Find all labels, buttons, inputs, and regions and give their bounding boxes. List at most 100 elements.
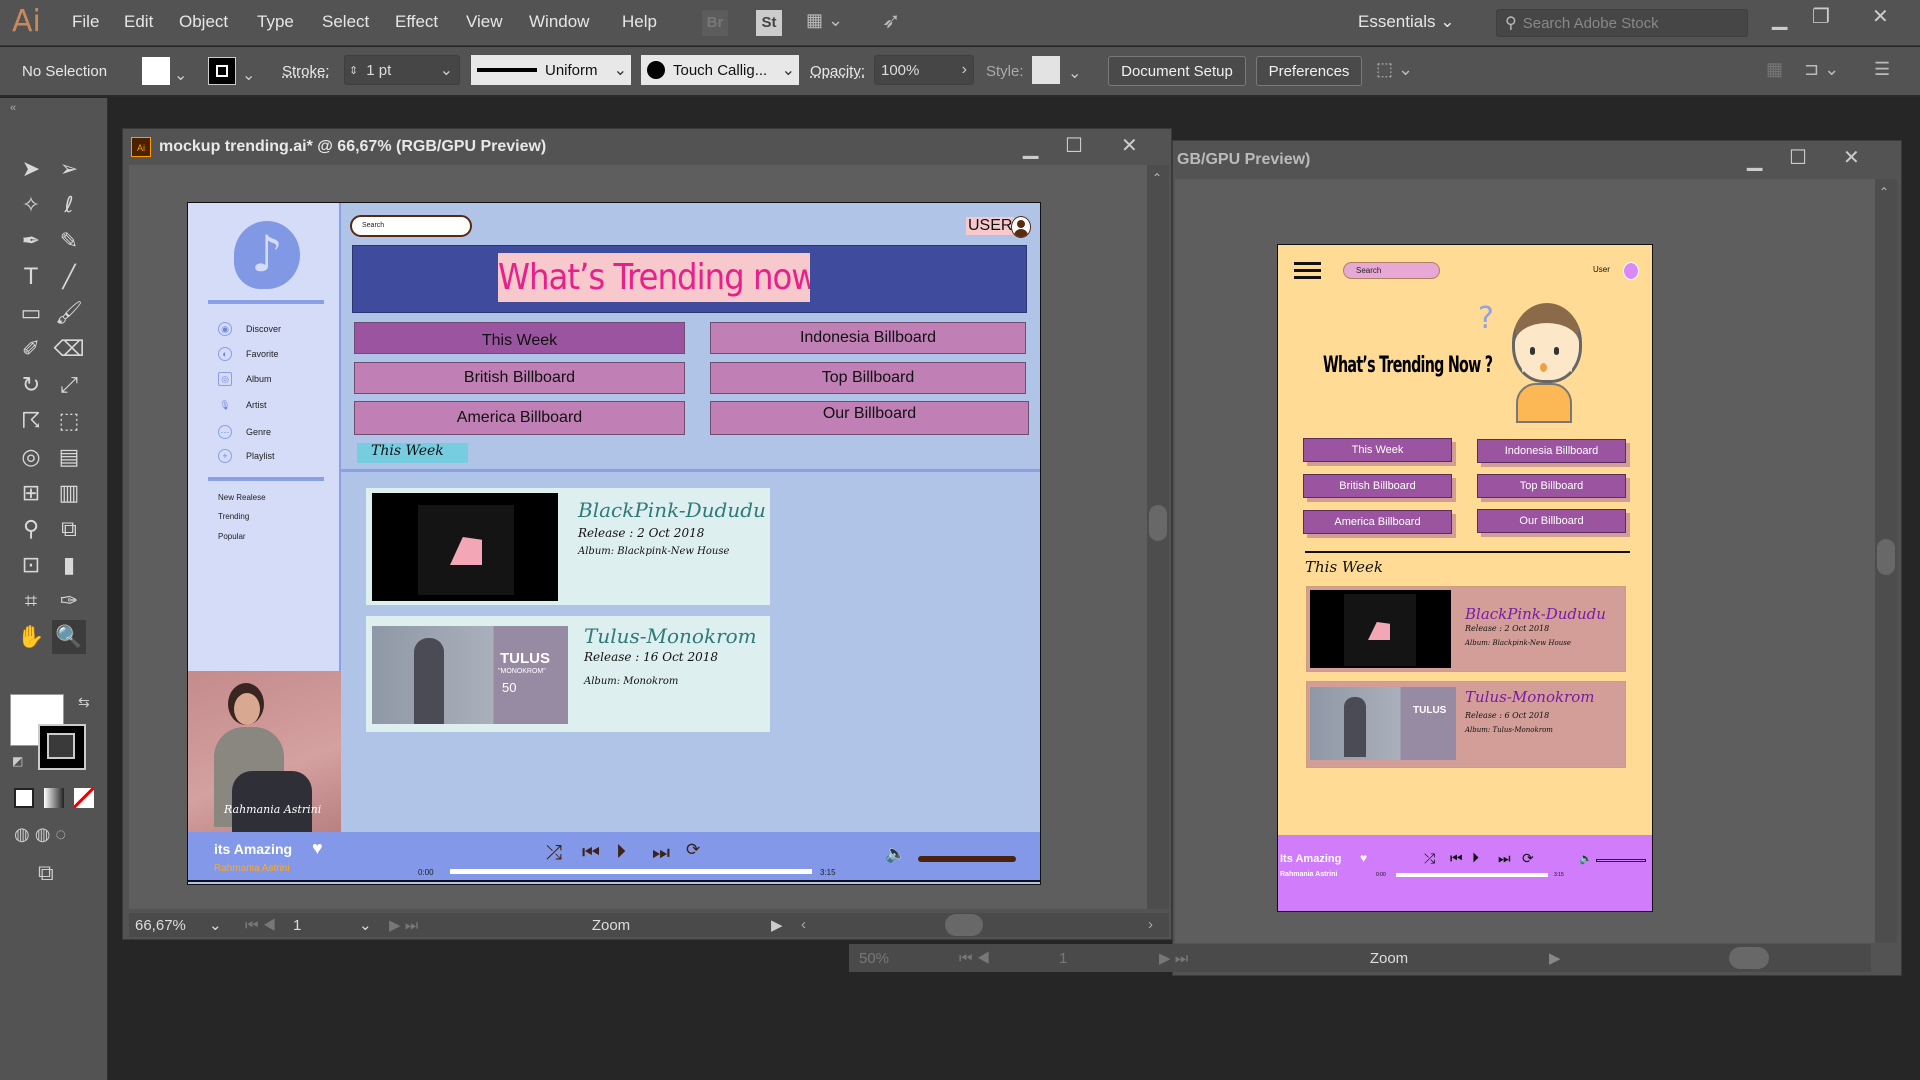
stock-search-input[interactable]: ⚲ Search Adobe Stock — [1496, 9, 1748, 37]
top-billboard-button[interactable]: Top Billboard — [1477, 474, 1626, 498]
this-week-button[interactable]: This Week — [354, 322, 685, 354]
rotate-tool-icon[interactable]: ↻ — [14, 368, 48, 402]
shape-builder-icon[interactable]: ◎ — [14, 440, 48, 474]
close-icon[interactable]: ✕ — [1843, 145, 1860, 169]
pen-tool-icon[interactable]: ✒ — [14, 224, 48, 258]
sidebar-item-favorite[interactable]: ◐ Favorite — [218, 347, 279, 361]
shuffle-icon[interactable]: ⤮ — [546, 840, 562, 864]
america-billboard-button[interactable]: America Billboard — [354, 401, 685, 435]
chevron-right-icon[interactable]: › — [962, 61, 967, 79]
bridge-icon[interactable]: Br — [702, 10, 728, 36]
menu-edit[interactable]: Edit — [124, 12, 153, 32]
stepper-icon[interactable]: ⇕ — [349, 64, 358, 77]
menu-type[interactable]: Type — [257, 12, 294, 32]
hand-tool-icon[interactable]: ✋ — [14, 620, 48, 654]
favorite-heart-icon[interactable]: ♥ — [1360, 851, 1367, 865]
minimize-icon[interactable]: ▁ — [1747, 147, 1762, 171]
this-week-button[interactable]: This Week — [1303, 438, 1452, 462]
top-billboard-button[interactable]: Top Billboard — [710, 362, 1026, 394]
song-card[interactable]: BlackPink-Dududu Release : 2 Oct 2018 Al… — [1306, 586, 1626, 672]
shuffle-icon[interactable]: ⤮ — [1424, 851, 1435, 867]
fill-swatch[interactable] — [142, 57, 170, 85]
zoom-level[interactable]: 50% — [849, 950, 959, 967]
graph-tool-icon[interactable]: ▮ — [52, 548, 86, 582]
chevron-down-icon[interactable]: ⌄ — [242, 65, 255, 85]
stroke-swatch[interactable] — [208, 57, 236, 85]
play-icon[interactable]: ▶ — [1549, 949, 1579, 967]
type-tool-icon[interactable]: T — [14, 260, 48, 294]
menu-help[interactable]: Help — [622, 12, 657, 32]
sidebar-link-trending[interactable]: Trending — [218, 512, 249, 521]
sidebar-item-playlist[interactable]: + Playlist — [218, 449, 275, 463]
stroke-weight-input[interactable]: ⇕ 1 pt ⌄ — [344, 55, 460, 85]
favorite-heart-icon[interactable]: ♥ — [312, 838, 323, 859]
progress-bar[interactable] — [1396, 873, 1548, 877]
slice-tool-icon[interactable]: ✑ — [52, 584, 86, 618]
chevron-down-icon[interactable]: ⌄ — [1068, 63, 1081, 83]
previous-icon[interactable]: ⏮ — [582, 840, 600, 864]
user-avatar-icon[interactable] — [1011, 216, 1031, 238]
curvature-tool-icon[interactable]: ✎ — [52, 224, 86, 258]
search-input[interactable]: Search — [1343, 262, 1440, 279]
gradient-mode-icon[interactable] — [44, 788, 64, 808]
draw-mode-icons[interactable]: ◍ ◍ ◌ — [14, 824, 66, 845]
next-icon[interactable]: ⏭ — [652, 840, 670, 864]
free-transform-icon[interactable]: ⬚ — [52, 404, 86, 438]
swap-colors-icon[interactable]: ⇆ — [78, 694, 90, 711]
menu-file[interactable]: File — [72, 12, 99, 32]
menu-effect[interactable]: Effect — [395, 12, 438, 32]
maximize-icon[interactable]: ☐ — [1789, 145, 1807, 169]
play-icon[interactable]: ▶ — [771, 916, 795, 934]
vertical-scrollbar[interactable]: ⌃ — [1875, 179, 1897, 943]
gradient-tool-icon[interactable]: ▥ — [52, 476, 86, 510]
stock-icon[interactable]: St — [756, 10, 782, 36]
artboard-nav-icons[interactable]: ▶ ⏭ — [389, 916, 451, 934]
default-colors-icon[interactable]: ◩ — [12, 754, 23, 768]
mesh-tool-icon[interactable]: ⊞ — [14, 476, 48, 510]
horizontal-scrollbar[interactable] — [1579, 944, 1871, 972]
chevron-down-icon[interactable]: ⌄ — [174, 65, 187, 85]
zoom-tool-icon[interactable]: 🔍 — [52, 620, 86, 654]
chevron-down-icon[interactable]: ⌄ — [440, 60, 453, 80]
sidebar-item-discover[interactable]: ◉ Discover — [218, 322, 281, 336]
arrange-documents-icon[interactable]: ▦ ⌄ — [806, 10, 843, 31]
artboard-nav-icons[interactable]: ⏮ ◀ — [245, 917, 293, 934]
play-icon[interactable]: ⏵ — [616, 839, 626, 863]
progress-bar[interactable] — [450, 869, 812, 874]
gpu-rocket-icon[interactable]: ➶ — [882, 8, 900, 34]
opacity-label[interactable]: Opacity: — [810, 63, 865, 80]
variable-width-profile[interactable]: Uniform ⌄ — [471, 55, 631, 85]
song-card[interactable]: TULUS Tulus-Monokrom Release : 6 Oct 201… — [1306, 681, 1626, 768]
repeat-icon[interactable]: ⟳ — [1522, 851, 1534, 867]
next-icon[interactable]: ⏭ — [1498, 851, 1511, 867]
scale-tool-icon[interactable]: ⤢ — [52, 368, 86, 402]
chevron-down-icon[interactable]: ⌄ — [359, 916, 389, 934]
graphic-style-swatch[interactable] — [1032, 56, 1060, 84]
warp-tool-icon[interactable]: ☈ — [14, 404, 48, 438]
volume-slider[interactable] — [1596, 859, 1646, 862]
magic-wand-icon[interactable]: ✧ — [14, 188, 48, 222]
symbol-sprayer-icon[interactable]: ⊡ — [14, 548, 48, 582]
workspace-switcher[interactable]: Essentials ⌄ — [1358, 12, 1454, 32]
screen-mode-icon[interactable]: ⧉ — [38, 860, 54, 886]
song-card[interactable]: BlackPink-Dududu Release : 2 Oct 2018 Al… — [366, 488, 770, 605]
perspective-grid-icon[interactable]: ▤ — [52, 440, 86, 474]
sidebar-link-new-release[interactable]: New Realese — [218, 493, 266, 502]
align-icon[interactable]: ▦ — [1766, 59, 1783, 80]
indonesia-billboard-button[interactable]: Indonesia Billboard — [710, 322, 1026, 354]
minimize-icon[interactable]: ▁ — [1772, 6, 1787, 30]
artboard-tool-icon[interactable]: ⌗ — [14, 584, 48, 618]
shaper-tool-icon[interactable]: ✐ — [14, 332, 48, 366]
selection-tool-icon[interactable]: ➤ — [14, 152, 48, 186]
eraser-icon[interactable]: ⌫ — [52, 332, 86, 366]
minimize-icon[interactable]: ▁ — [1023, 135, 1038, 159]
hamburger-menu-icon[interactable] — [1294, 262, 1321, 279]
stroke-label[interactable]: Stroke: — [282, 63, 330, 80]
sidebar-item-artist[interactable]: 🎙 Artist — [218, 398, 266, 412]
sidebar-item-album[interactable]: ◎ Album — [218, 372, 272, 386]
british-billboard-button[interactable]: British Billboard — [1303, 474, 1452, 498]
sidebar-link-popular[interactable]: Popular — [218, 532, 246, 541]
preferences-button[interactable]: Preferences — [1256, 56, 1362, 86]
volume-icon[interactable]: 🔈 — [885, 844, 906, 864]
volume-icon[interactable]: 🔈 — [1579, 852, 1593, 865]
